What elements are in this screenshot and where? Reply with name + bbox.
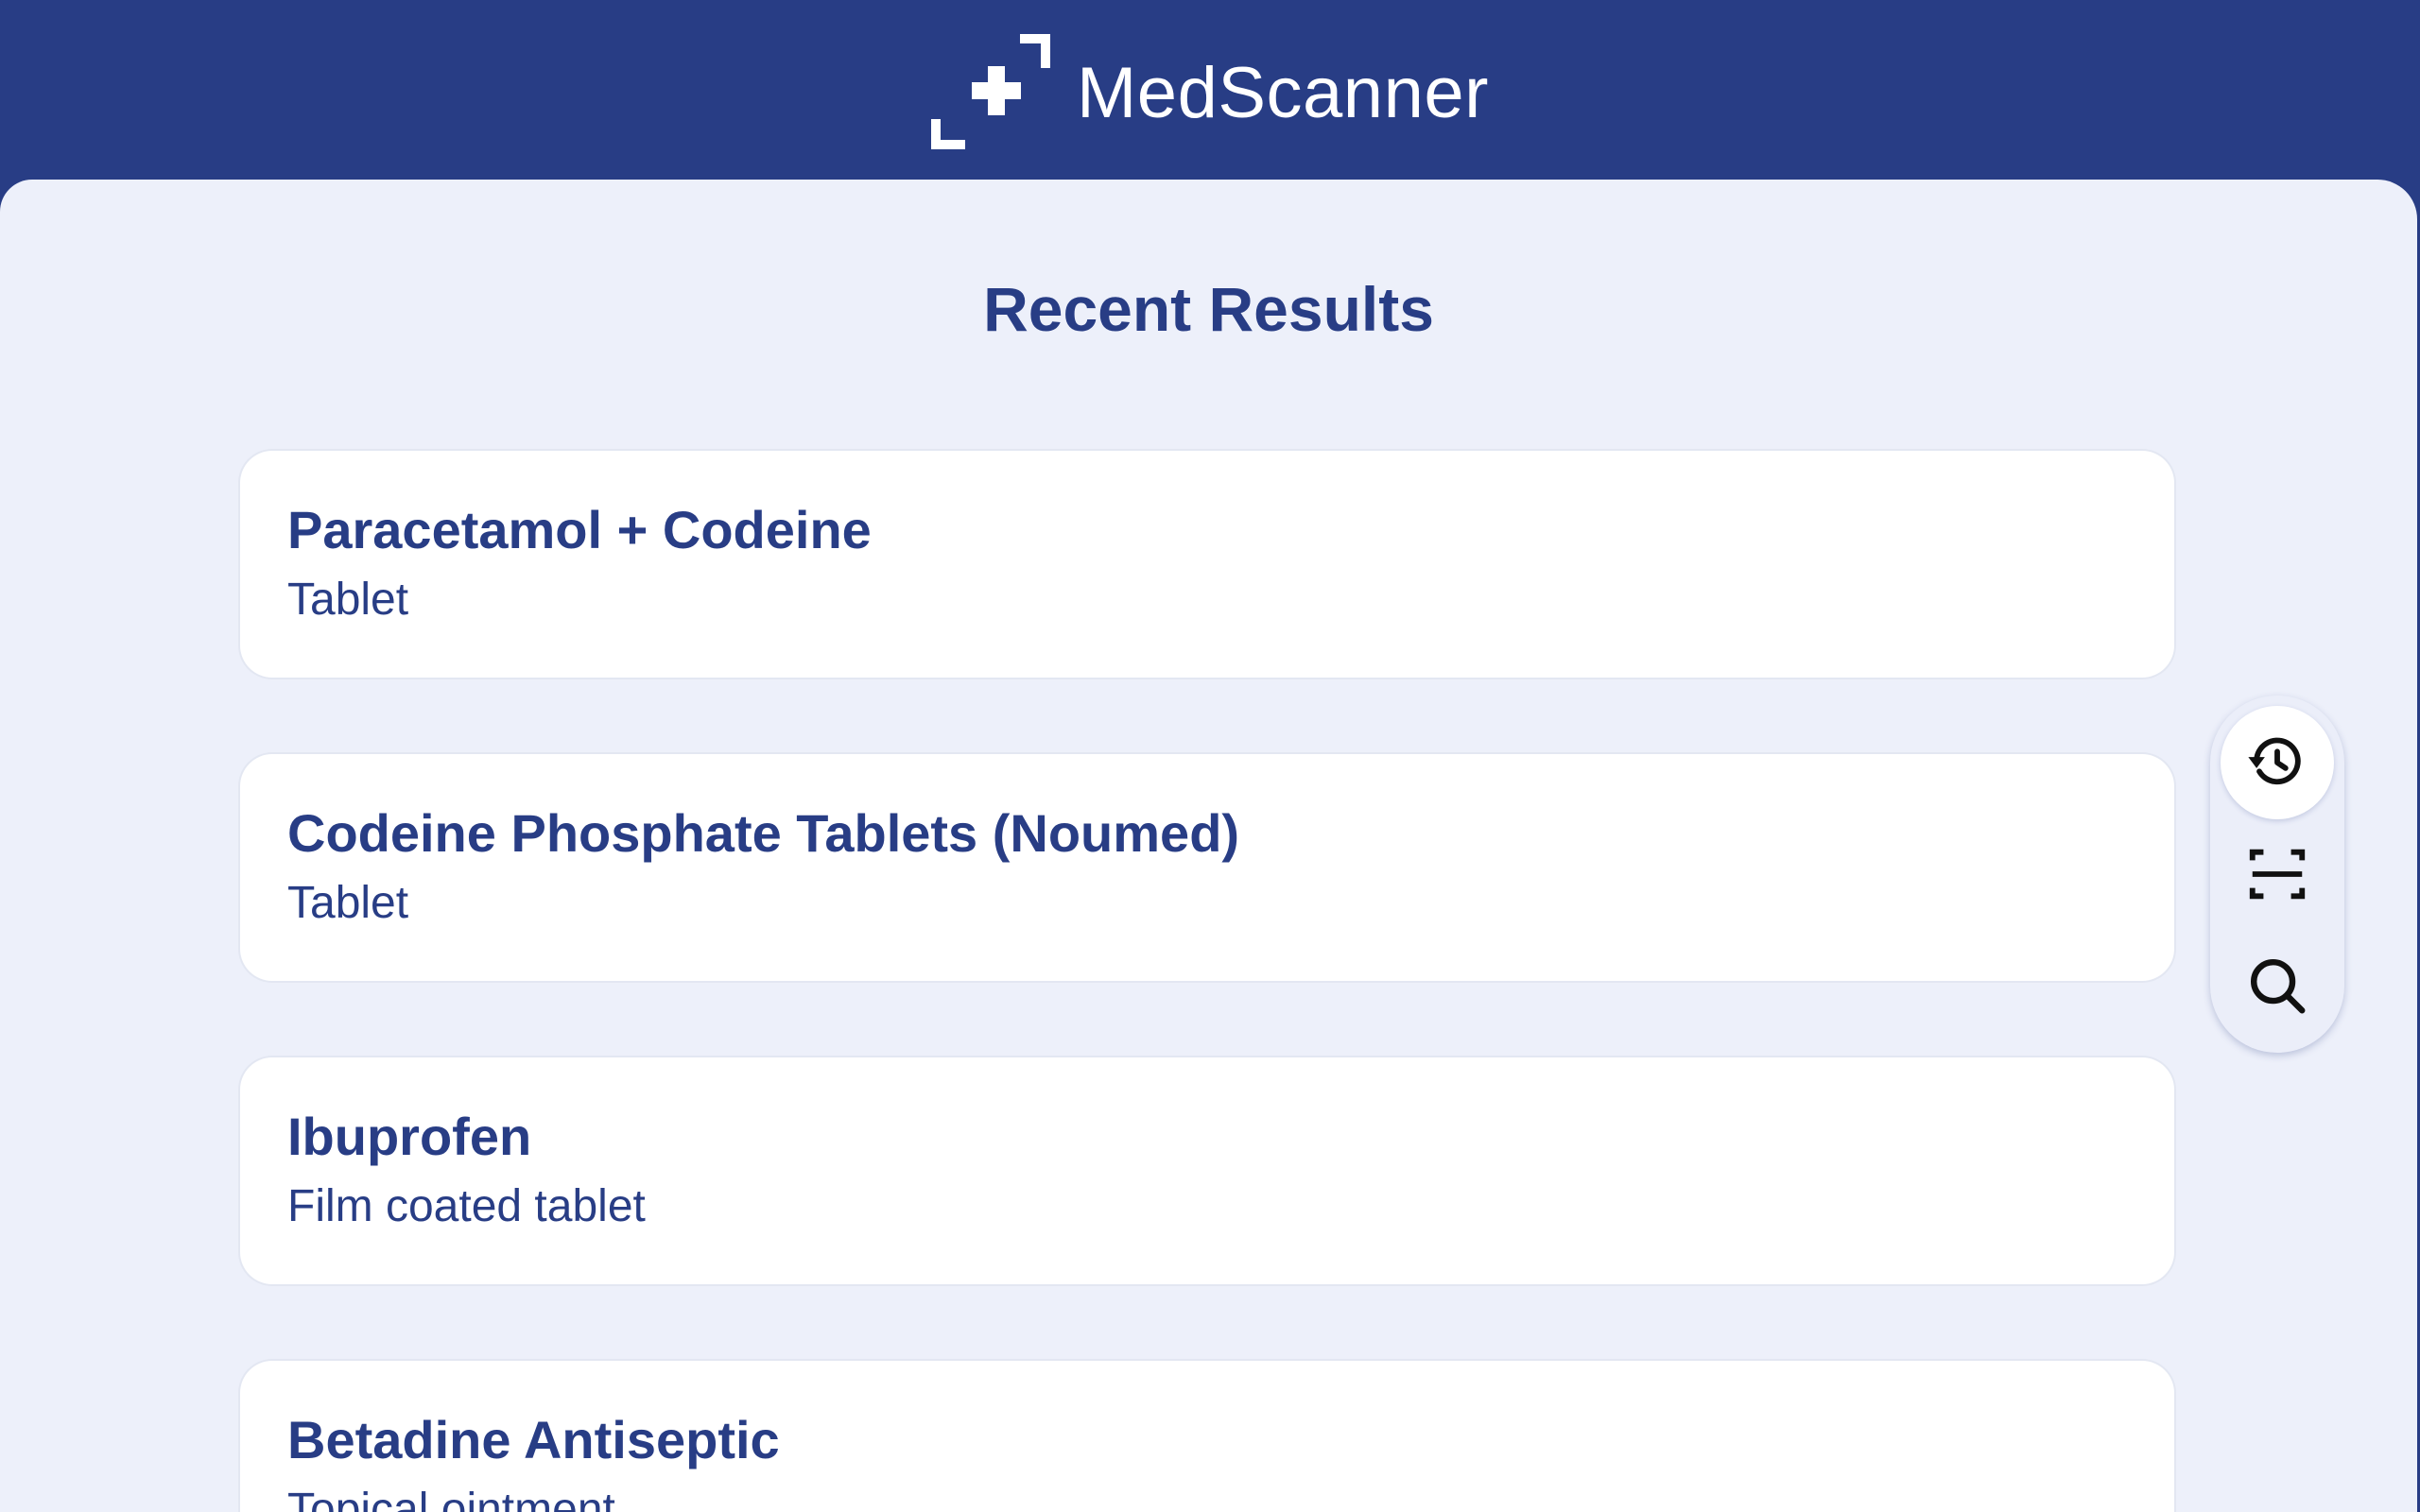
result-form: Tablet [287, 878, 409, 928]
result-card[interactable]: Codeine Phosphate Tablets (Noumed) Table… [240, 754, 2174, 981]
medical-cross-logo-icon [931, 34, 1050, 149]
app-brand: MedScanner [931, 34, 1489, 153]
search-button[interactable] [2221, 929, 2334, 1042]
history-icon [2248, 737, 2301, 785]
result-name: Betadine Antiseptic [287, 1410, 780, 1469]
result-name: Ibuprofen [287, 1107, 532, 1166]
main-content: Recent Results Paracetamol + Codeine Tab… [0, 180, 2417, 1512]
app-header: MedScanner [0, 0, 2420, 180]
result-name: Paracetamol + Codeine [287, 500, 872, 559]
search-icon [2251, 959, 2306, 1014]
page-title: Recent Results [983, 274, 1434, 344]
result-card[interactable]: Betadine Antiseptic Topical ointment [240, 1361, 2174, 1512]
result-form: Topical ointment [287, 1485, 615, 1512]
scan-icon [2249, 849, 2306, 900]
result-form: Tablet [287, 575, 409, 625]
app-title: MedScanner [1077, 53, 1489, 133]
result-form: Film coated tablet [287, 1181, 646, 1231]
result-card[interactable]: Ibuprofen Film coated tablet [240, 1057, 2174, 1284]
result-name: Codeine Phosphate Tablets (Noumed) [287, 803, 1240, 863]
scan-button[interactable] [2221, 817, 2334, 931]
result-card[interactable]: Paracetamol + Codeine Tablet [240, 451, 2174, 678]
floating-action-menu [2210, 696, 2344, 1053]
history-button[interactable] [2221, 706, 2334, 819]
